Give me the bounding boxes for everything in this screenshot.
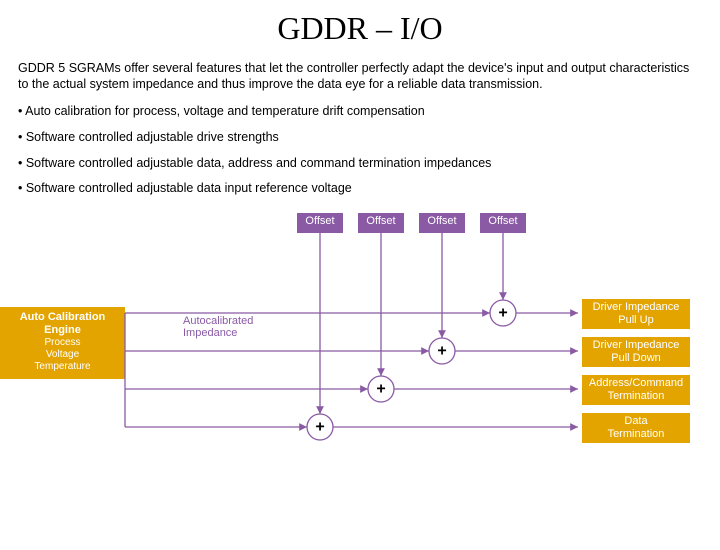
- autocal-l1: Autocalibrated: [183, 315, 253, 327]
- output-3-l1: Address/Command: [589, 377, 683, 389]
- offset-label-2: Offset: [358, 215, 404, 228]
- autocalibrated-label: Autocalibrated Impedance: [183, 315, 253, 339]
- ace-title: Auto Calibration Engine: [20, 311, 106, 336]
- output-4: Data Termination: [586, 415, 686, 441]
- output-3-l2: Termination: [608, 390, 665, 402]
- autocal-l2: Impedance: [183, 327, 237, 339]
- adder-4: +: [315, 418, 324, 435]
- adder-1: +: [498, 304, 507, 321]
- bullet-2: • Software controlled adjustable drive s…: [18, 130, 702, 146]
- ace-line-1: Process: [0, 337, 125, 349]
- bullet-1: • Auto calibration for process, voltage …: [18, 104, 702, 120]
- output-1-l2: Pull Up: [618, 314, 653, 326]
- offset-label-4: Offset: [480, 215, 526, 228]
- auto-calibration-engine: Auto Calibration Engine Process Voltage …: [0, 311, 125, 373]
- adder-3: +: [376, 380, 385, 397]
- bullet-4: • Software controlled adjustable data in…: [18, 181, 702, 197]
- offset-label-3: Offset: [419, 215, 465, 228]
- output-3: Address/Command Termination: [586, 377, 686, 403]
- output-2: Driver Impedance Pull Down: [586, 339, 686, 365]
- output-1-l1: Driver Impedance: [593, 301, 680, 313]
- output-1: Driver Impedance Pull Up: [586, 301, 686, 327]
- block-diagram: + + + + Offset Offset Offset Offset Auto…: [0, 207, 720, 487]
- page-title: GDDR – I/O: [0, 10, 720, 47]
- output-2-l1: Driver Impedance: [593, 339, 680, 351]
- intro-paragraph: GDDR 5 SGRAMs offer several features tha…: [18, 61, 702, 92]
- bullet-3: • Software controlled adjustable data, a…: [18, 156, 702, 172]
- adder-2: +: [437, 342, 446, 359]
- output-4-l2: Termination: [608, 428, 665, 440]
- output-2-l2: Pull Down: [611, 352, 661, 364]
- output-4-l1: Data: [624, 415, 647, 427]
- offset-label-1: Offset: [297, 215, 343, 228]
- ace-line-3: Temperature: [0, 361, 125, 373]
- ace-line-2: Voltage: [0, 349, 125, 361]
